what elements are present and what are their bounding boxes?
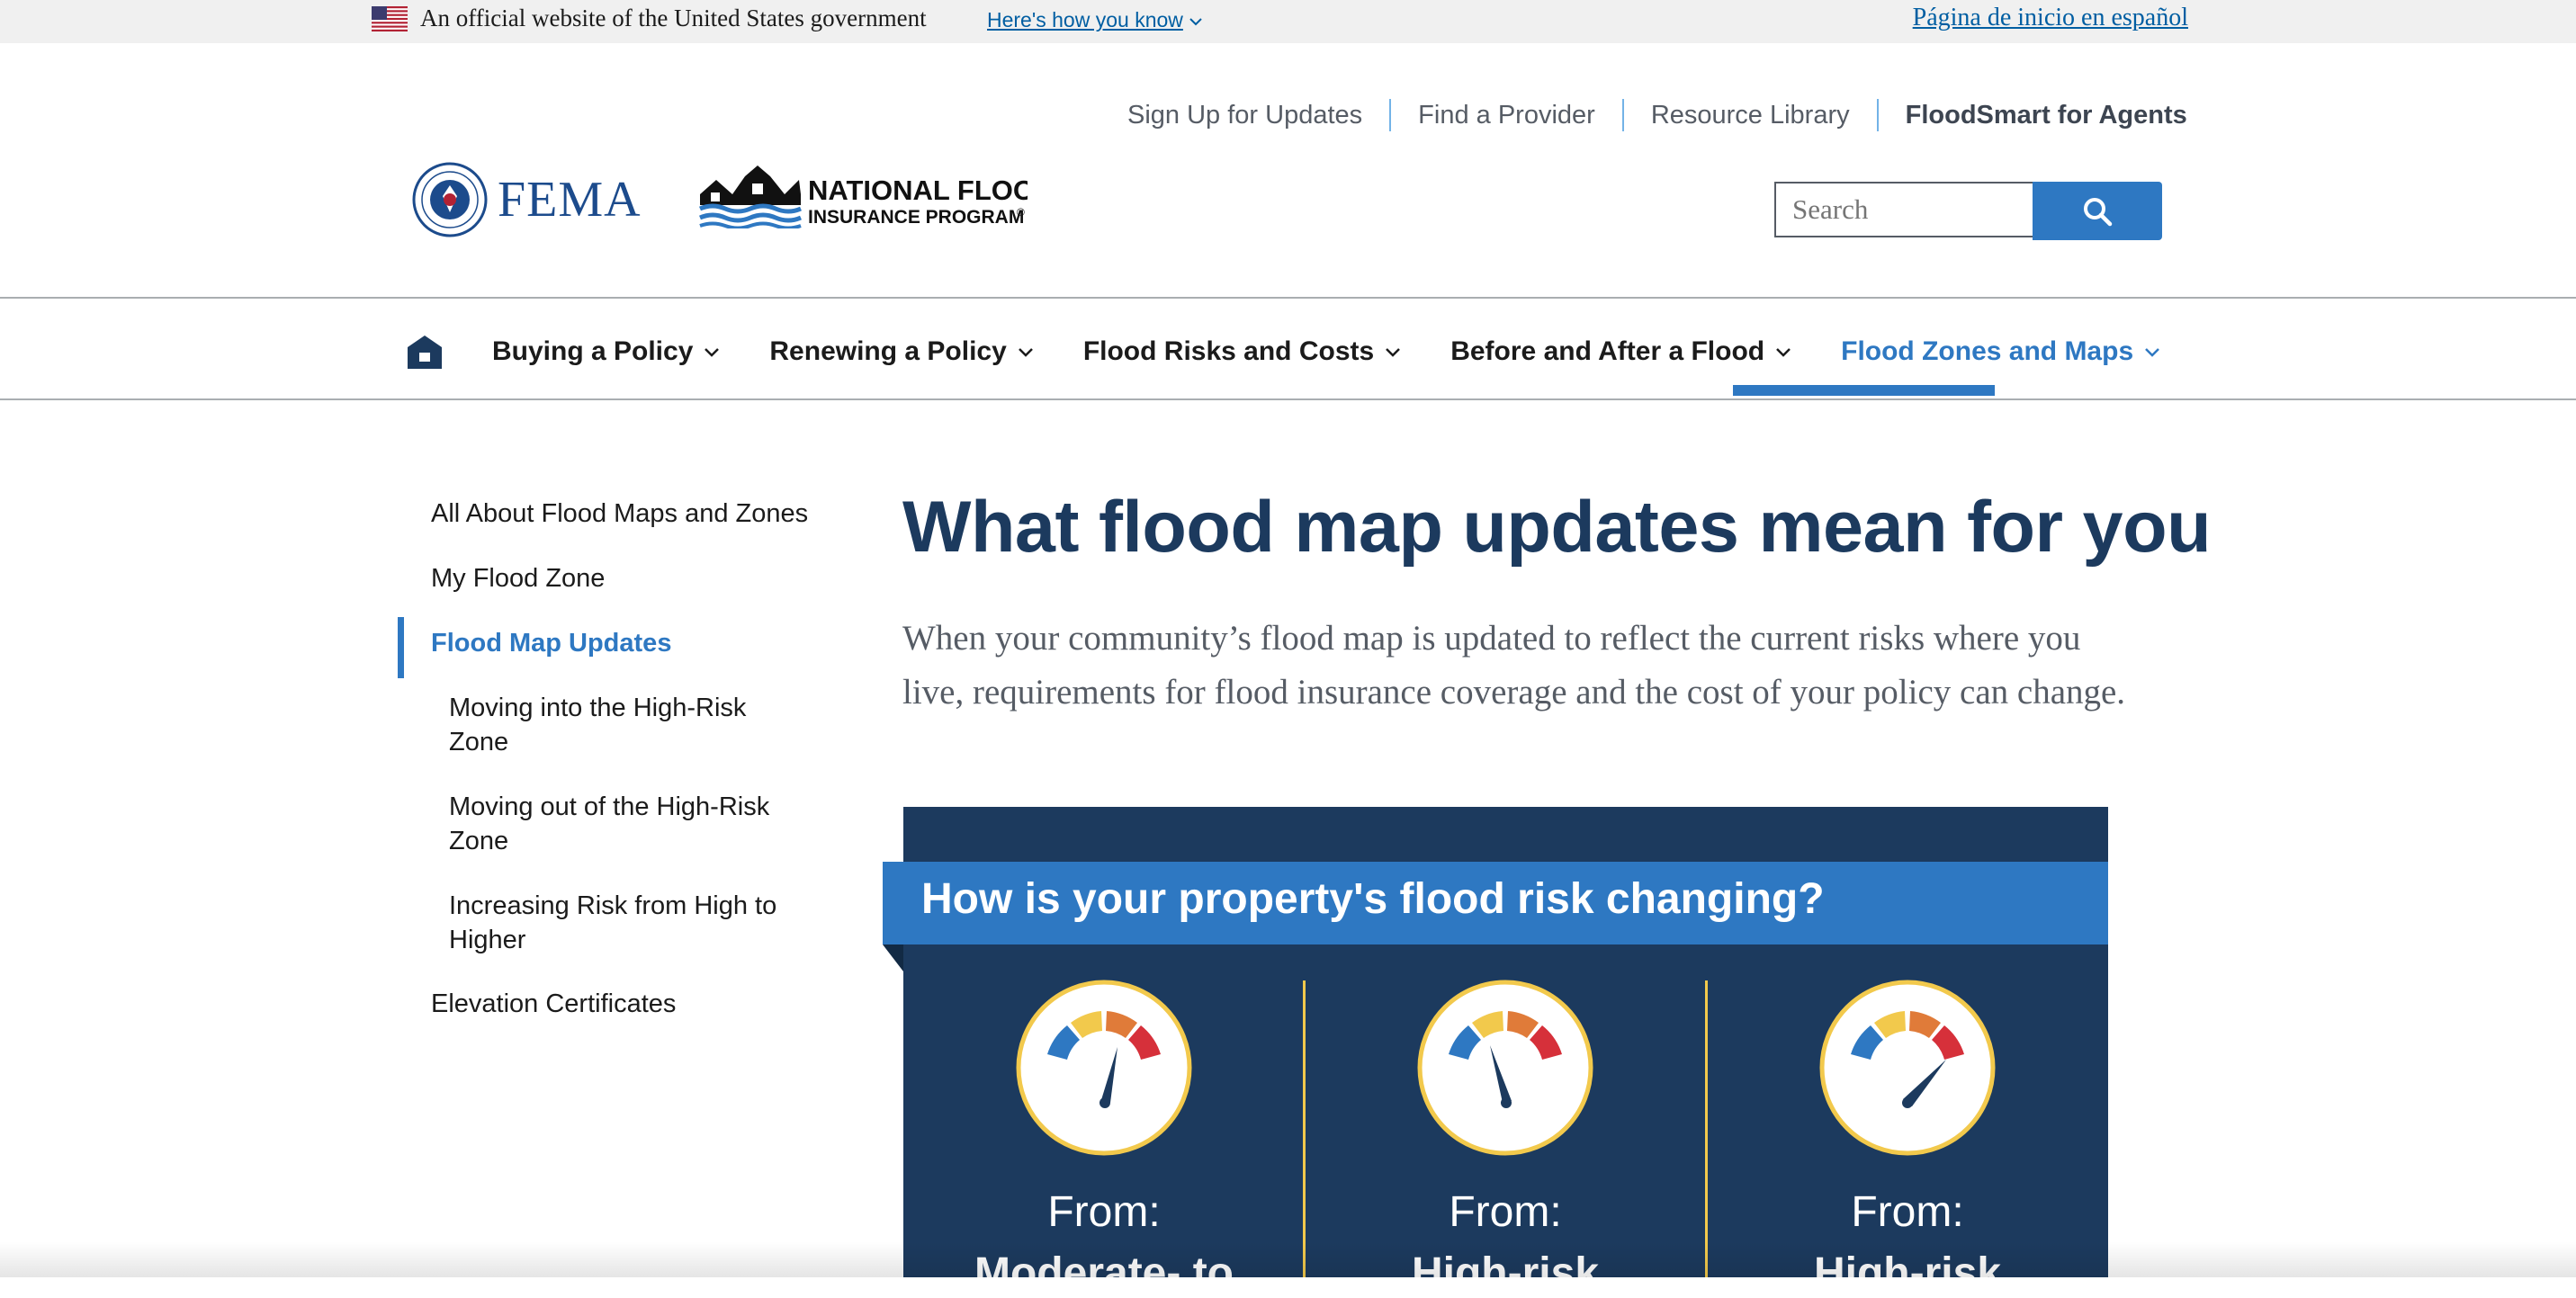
official-website-text: An official website of the United States… — [420, 4, 927, 31]
sidenav-my-flood-zone[interactable]: My Flood Zone — [431, 561, 605, 595]
sign-up-link[interactable]: Sign Up for Updates — [1127, 101, 1389, 130]
nav-flood-zones-maps[interactable]: Flood Zones and Maps — [1841, 336, 2162, 367]
nav-label: Before and After a Flood — [1450, 336, 1765, 366]
resource-library-link[interactable]: Resource Library — [1624, 101, 1877, 130]
chevron-down-icon — [1018, 348, 1033, 357]
nav-top-border — [0, 297, 2576, 299]
from-label: From: — [1449, 1188, 1562, 1236]
search-button[interactable] — [2033, 182, 2162, 240]
risk-gauge-icon — [1417, 980, 1593, 1156]
banner-fold — [883, 944, 903, 971]
from-value: High-risk — [1813, 1249, 2002, 1297]
nfip-logo[interactable]: NATIONAL FLOOD INSURANCE PROGRAM ® — [698, 162, 1028, 228]
from-label: From: — [1047, 1188, 1161, 1236]
intro-paragraph: When your community’s flood map is updat… — [902, 619, 2126, 712]
from-label: From: — [1851, 1188, 1964, 1236]
active-nav-indicator — [1733, 385, 1995, 396]
chevron-down-icon — [1386, 348, 1401, 357]
main-nav: Buying a Policy Renewing a Policy Flood … — [492, 331, 2210, 372]
nav-label: Renewing a Policy — [769, 336, 1007, 366]
sidenav-moving-into-high-risk[interactable]: Moving into the High-Risk Zone — [449, 691, 809, 759]
find-provider-link[interactable]: Find a Provider — [1391, 101, 1622, 130]
sidenav-active-indicator — [398, 617, 404, 678]
dhs-seal-icon[interactable] — [412, 162, 488, 237]
nav-before-after-flood[interactable]: Before and After a Flood — [1450, 336, 1793, 367]
search-input[interactable] — [1774, 182, 2034, 237]
chevron-down-icon — [1189, 18, 1202, 26]
infographic-heading: How is your property's flood risk changi… — [921, 875, 1825, 923]
risk-gauge-icon — [1819, 980, 1996, 1156]
utility-nav: Sign Up for Updates Find a Provider Reso… — [1127, 97, 2214, 133]
us-flag-icon — [372, 6, 408, 31]
nav-flood-risks-costs[interactable]: Flood Risks and Costs — [1083, 336, 1403, 367]
chevron-down-icon — [1776, 348, 1791, 357]
nfip-registered: ® — [1017, 206, 1025, 219]
gov-banner: An official website of the United States… — [0, 0, 2576, 43]
how-you-know-link[interactable]: Here's how you know — [987, 8, 1205, 32]
from-value: Moderate- to — [974, 1249, 1234, 1297]
nav-buying-policy[interactable]: Buying a Policy — [492, 336, 722, 367]
nav-label: Flood Zones and Maps — [1841, 336, 2134, 366]
sidenav-increasing-risk[interactable]: Increasing Risk from High to Higher — [449, 889, 809, 957]
risk-gauge-icon — [1016, 980, 1192, 1156]
fema-logo-text[interactable]: FEMA — [498, 171, 642, 228]
from-value: High-risk — [1411, 1249, 1600, 1297]
nav-renewing-policy[interactable]: Renewing a Policy — [769, 336, 1035, 367]
column-divider — [1705, 980, 1708, 1277]
spanish-homepage-link[interactable]: Página de inicio en español — [1913, 4, 2188, 32]
nfip-line2: INSURANCE PROGRAM — [808, 207, 1024, 228]
sidenav-all-about-maps[interactable]: All About Flood Maps and Zones — [431, 497, 808, 531]
page-title: What flood map updates mean for you — [902, 487, 2212, 568]
nav-label: Buying a Policy — [492, 336, 694, 366]
nav-bottom-border — [0, 398, 2576, 400]
how-you-know-label: Here's how you know — [987, 8, 1183, 31]
column-divider — [1303, 980, 1306, 1277]
home-icon[interactable] — [406, 333, 444, 371]
chevron-down-icon — [705, 348, 720, 357]
search-icon — [2084, 197, 2113, 226]
sidenav-elevation-certificates[interactable]: Elevation Certificates — [431, 987, 676, 1021]
sidenav-flood-map-updates[interactable]: Flood Map Updates — [431, 626, 671, 660]
sidenav-moving-out-high-risk[interactable]: Moving out of the High-Risk Zone — [449, 790, 809, 858]
nfip-line1: NATIONAL FLOOD — [808, 175, 1028, 206]
chevron-down-icon — [2145, 348, 2160, 357]
nav-label: Flood Risks and Costs — [1082, 336, 1375, 366]
floodsmart-agents-link[interactable]: FloodSmart for Agents — [1879, 101, 2214, 130]
